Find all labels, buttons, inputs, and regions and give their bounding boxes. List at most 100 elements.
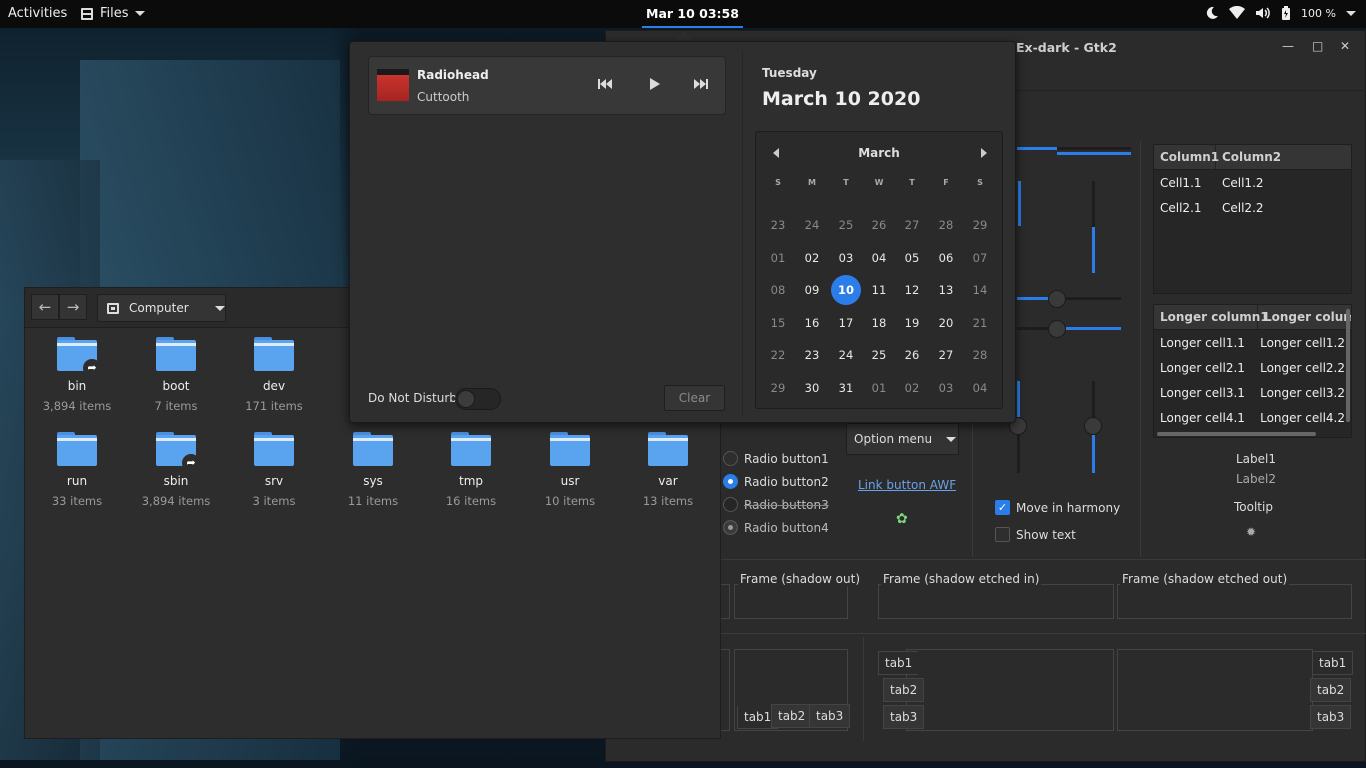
folder-item[interactable]: var 13 items bbox=[619, 432, 717, 508]
calendar-day[interactable]: 19 bbox=[897, 308, 927, 338]
calendar-day[interactable]: 06 bbox=[931, 243, 961, 273]
calendar-day[interactable]: 14 bbox=[965, 275, 995, 305]
calendar-day[interactable]: 26 bbox=[864, 210, 894, 240]
notebook-left-tabs[interactable] bbox=[906, 649, 1114, 731]
minimize-button[interactable]: — bbox=[1282, 39, 1294, 53]
calendar[interactable]: March S M T W T F S 23 24 25 26 27 28 29 01 02 03 04 05 06 0… bbox=[755, 131, 1003, 409]
calendar-day[interactable]: 16 bbox=[797, 308, 827, 338]
folder-item[interactable]: boot 7 items bbox=[127, 337, 225, 413]
next-month-icon[interactable] bbox=[981, 148, 987, 158]
calendar-day[interactable]: 27 bbox=[931, 340, 961, 370]
calendar-day[interactable]: 03 bbox=[831, 243, 861, 273]
folder-item[interactable]: run 33 items bbox=[28, 432, 126, 508]
calendar-day[interactable]: 17 bbox=[831, 308, 861, 338]
check-show-text[interactable]: Show text bbox=[995, 527, 1076, 542]
tab-2[interactable]: tab2 bbox=[771, 704, 813, 728]
horizontal-scrollbar[interactable] bbox=[1157, 432, 1316, 436]
calendar-day[interactable]: 07 bbox=[965, 243, 995, 273]
calendar-day[interactable]: 26 bbox=[897, 340, 927, 370]
calendar-day[interactable]: 31 bbox=[831, 373, 861, 403]
forward-button[interactable]: → bbox=[59, 294, 87, 320]
calendar-day[interactable]: 18 bbox=[864, 308, 894, 338]
do-not-disturb-switch[interactable] bbox=[455, 388, 501, 410]
system-tray[interactable]: 100 % bbox=[1205, 6, 1356, 20]
table-row[interactable]: Cell1.1 Cell1.2 bbox=[1154, 170, 1351, 195]
vertical-scrollbar[interactable] bbox=[1346, 309, 1350, 422]
calendar-day[interactable]: 08 bbox=[763, 275, 793, 305]
notebook-right-tabs[interactable] bbox=[1117, 649, 1313, 731]
table-row[interactable]: Longer cell2.1 Longer cell2.2 bbox=[1154, 355, 1351, 380]
calendar-day[interactable]: 29 bbox=[965, 210, 995, 240]
option-menu[interactable]: Option menu bbox=[846, 423, 959, 455]
tab-3[interactable]: tab3 bbox=[883, 705, 925, 729]
next-track-icon[interactable] bbox=[693, 77, 709, 91]
table-row[interactable]: Longer cell3.1 Longer cell3.2 bbox=[1154, 380, 1351, 405]
folder-item[interactable]: ➦ sbin 3,894 items bbox=[127, 432, 225, 508]
folder-item[interactable]: dev 171 items bbox=[225, 337, 323, 413]
tab-2[interactable]: tab2 bbox=[1310, 678, 1352, 702]
folder-item[interactable]: usr 10 items bbox=[521, 432, 619, 508]
tab-1[interactable]: tab1 bbox=[1313, 651, 1354, 675]
calendar-day[interactable]: 01 bbox=[864, 373, 894, 403]
play-icon[interactable] bbox=[647, 77, 661, 91]
calendar-day[interactable]: 09 bbox=[797, 275, 827, 305]
calendar-day[interactable]: 30 bbox=[797, 373, 827, 403]
folder-item[interactable]: srv 3 items bbox=[225, 432, 323, 508]
scale-knob[interactable] bbox=[1084, 417, 1102, 435]
folder-item[interactable]: sys 11 items bbox=[324, 432, 422, 508]
radio-button-2[interactable]: Radio button2 bbox=[723, 474, 829, 489]
column-header[interactable]: Longer colum bbox=[1258, 305, 1351, 329]
column-header[interactable]: Longer column1 bbox=[1154, 305, 1269, 329]
table-row[interactable]: Longer cell1.1 Longer cell1.2 bbox=[1154, 330, 1351, 355]
calendar-day[interactable]: 12 bbox=[897, 275, 927, 305]
tab-2[interactable]: tab2 bbox=[883, 678, 925, 702]
calendar-day[interactable]: 28 bbox=[931, 210, 961, 240]
calendar-day[interactable]: 15 bbox=[763, 308, 793, 338]
calendar-day[interactable]: 27 bbox=[897, 210, 927, 240]
column-header[interactable]: Column2 bbox=[1216, 145, 1351, 169]
calendar-day[interactable]: 13 bbox=[931, 275, 961, 305]
calendar-day[interactable]: 25 bbox=[864, 340, 894, 370]
calendar-day[interactable]: 24 bbox=[797, 210, 827, 240]
maximize-button[interactable]: □ bbox=[1312, 39, 1323, 53]
check-move-in-harmony[interactable]: ✓ Move in harmony bbox=[995, 500, 1120, 515]
activities-button[interactable]: Activities bbox=[8, 6, 67, 21]
radio-button-4[interactable]: Radio button4 bbox=[723, 520, 829, 535]
radio-button-3[interactable]: Radio button3 bbox=[723, 497, 829, 512]
scale-knob[interactable] bbox=[1048, 320, 1066, 338]
tab-3[interactable]: tab3 bbox=[809, 704, 851, 728]
close-button[interactable]: ✕ bbox=[1340, 39, 1350, 53]
tooltip-label[interactable]: Tooltip bbox=[1234, 500, 1273, 514]
calendar-day[interactable]: 11 bbox=[864, 275, 894, 305]
table-row[interactable]: Cell2.1 Cell2.2 bbox=[1154, 195, 1351, 220]
link-button[interactable]: Link button AWF bbox=[858, 478, 956, 492]
tab-1[interactable]: tab1 bbox=[878, 651, 919, 675]
folder-item[interactable]: tmp 16 items bbox=[422, 432, 520, 508]
calendar-day[interactable]: 21 bbox=[965, 308, 995, 338]
tree-view-2[interactable]: Longer column1 Longer colum Longer cell1… bbox=[1153, 304, 1352, 438]
table-row[interactable]: Longer cell4.1 Longer cell4.2 bbox=[1154, 405, 1351, 430]
calendar-day[interactable]: 28 bbox=[965, 340, 995, 370]
column-header[interactable]: Column1 bbox=[1154, 145, 1219, 169]
folder-item[interactable]: ➦ bin 3,894 items bbox=[28, 337, 126, 413]
calendar-day[interactable]: 20 bbox=[931, 308, 961, 338]
previous-track-icon[interactable] bbox=[597, 77, 613, 91]
calendar-day[interactable]: 23 bbox=[763, 210, 793, 240]
calendar-day[interactable]: 04 bbox=[864, 243, 894, 273]
calendar-day[interactable]: 02 bbox=[797, 243, 827, 273]
calendar-day[interactable]: 01 bbox=[763, 243, 793, 273]
tree-view-1[interactable]: Column1 Column2 Cell1.1 Cell1.2 Cell2.1 … bbox=[1153, 144, 1352, 294]
clear-button[interactable]: Clear bbox=[664, 385, 725, 411]
clock-button[interactable]: Mar 10 03:58 bbox=[642, 0, 743, 28]
calendar-day[interactable]: 29 bbox=[763, 373, 793, 403]
gnome-foot-icon[interactable]: ✿ bbox=[896, 511, 908, 527]
calendar-day[interactable]: 23 bbox=[797, 340, 827, 370]
calendar-day[interactable]: 02 bbox=[897, 373, 927, 403]
calendar-day[interactable]: 22 bbox=[763, 340, 793, 370]
calendar-day[interactable]: 05 bbox=[897, 243, 927, 273]
back-button[interactable]: ← bbox=[31, 294, 59, 320]
media-player-card[interactable]: Radiohead Cuttooth bbox=[368, 56, 726, 115]
tab-3[interactable]: tab3 bbox=[1310, 705, 1352, 729]
calendar-day[interactable]: 25 bbox=[831, 210, 861, 240]
radio-button-1[interactable]: Radio button1 bbox=[723, 451, 829, 466]
